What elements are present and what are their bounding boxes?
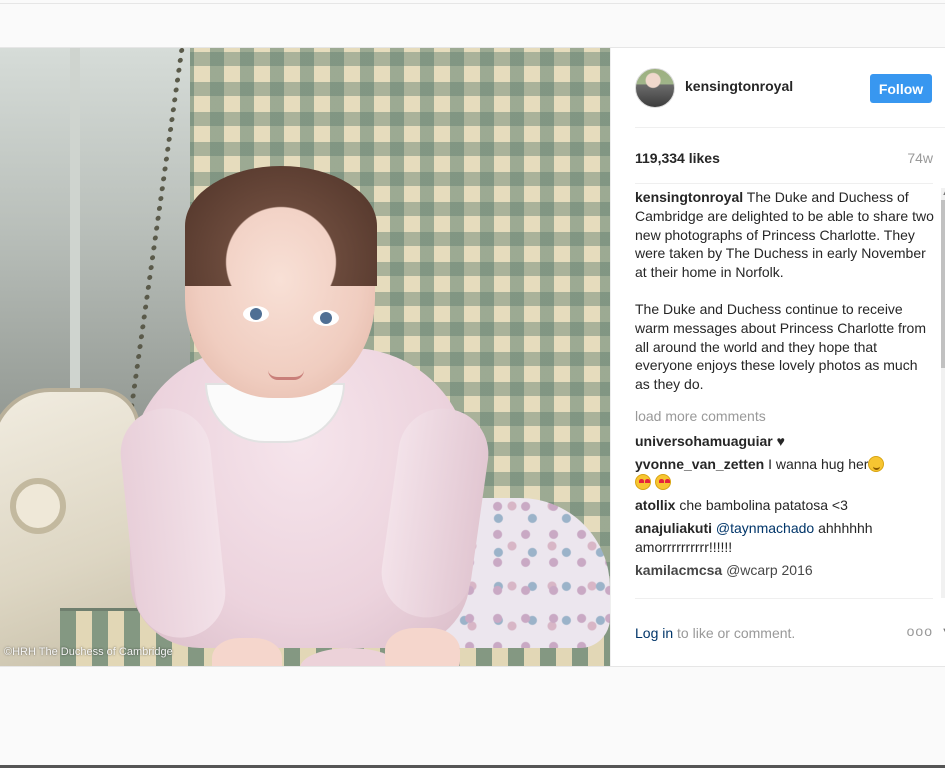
comment-text: @wcarp 2016 xyxy=(726,561,813,578)
photo-baby-hair xyxy=(185,166,377,286)
follow-button[interactable]: Follow xyxy=(870,74,932,103)
post-age[interactable]: 74w xyxy=(907,150,933,166)
photo-credit: ©HRH The Duchess of Cambridge xyxy=(4,646,173,658)
photo-baby-eye-left xyxy=(243,306,269,322)
comment-item: anajuliakuti @taynmachado ahhhhhh amorrr… xyxy=(635,519,935,557)
comment-username[interactable]: universohamuaguiar xyxy=(635,433,773,449)
comment-username[interactable]: atollix xyxy=(635,497,675,513)
post-photo[interactable]: ©HRH The Duchess of Cambridge xyxy=(0,48,610,666)
top-divider xyxy=(0,3,945,4)
comment-text: che bambolina patatosa <3 xyxy=(679,497,848,514)
comment-item: atollix che bambolina patatosa <3 xyxy=(635,496,935,515)
comment-username[interactable]: anajuliakuti xyxy=(635,520,712,536)
comment-item: universohamuaguiar ♥ xyxy=(635,432,935,451)
load-more-comments-link[interactable]: load more comments xyxy=(635,407,935,426)
comments-scrollbar[interactable] xyxy=(941,188,945,598)
post-header: kensingtonroyal Follow xyxy=(635,48,945,128)
comment-username[interactable]: kamilacmcsa xyxy=(635,562,722,578)
comment-item: kamilacmcsa @wcarp 2016 xyxy=(635,561,935,580)
login-prompt: Log in to like or comment. xyxy=(635,625,795,641)
comment-mention-link[interactable]: @taynmachado xyxy=(716,520,814,536)
heart-eyes-emoji-icon xyxy=(654,474,671,491)
likes-count[interactable]: 119,334 likes xyxy=(635,150,720,166)
caption-username[interactable]: kensingtonroyal xyxy=(635,189,743,205)
photo-baby-mouth xyxy=(268,370,304,380)
instagram-post: ©HRH The Duchess of Cambridge kensington… xyxy=(0,47,945,667)
smile-emoji-icon xyxy=(868,455,885,472)
photo-baby-hand-left xyxy=(212,638,282,666)
more-options-icon[interactable]: ooo xyxy=(907,623,933,639)
photo-baby-eye-right xyxy=(313,310,339,326)
post-footer: Log in to like or comment. ooo xyxy=(635,598,933,666)
comments-list[interactable]: kensingtonroyal The Duke and Duchess of … xyxy=(635,188,935,595)
caption-text-2: The Duke and Duchess continue to receive… xyxy=(635,300,926,393)
comment-item: yvonne_van_zetten I wanna hug her xyxy=(635,455,935,493)
scrollbar-thumb[interactable] xyxy=(941,200,945,368)
comment-username[interactable]: yvonne_van_zetten xyxy=(635,456,764,472)
comment-text: I wanna hug her xyxy=(768,455,869,472)
comment-text: ♥ xyxy=(776,432,785,449)
photo-baby-hand-right xyxy=(385,628,460,666)
login-link[interactable]: Log in xyxy=(635,625,673,641)
login-prompt-text: to like or comment. xyxy=(673,625,796,641)
likes-row: 119,334 likes 74w xyxy=(635,128,933,184)
post-caption: kensingtonroyal The Duke and Duchess of … xyxy=(635,188,935,282)
photo-chair-scroll xyxy=(10,478,66,534)
post-side-panel: kensingtonroyal Follow 119,334 likes 74w… xyxy=(610,48,945,666)
post-author-username[interactable]: kensingtonroyal xyxy=(685,78,793,94)
profile-avatar-icon[interactable] xyxy=(635,68,675,108)
heart-eyes-emoji-icon xyxy=(635,474,651,491)
